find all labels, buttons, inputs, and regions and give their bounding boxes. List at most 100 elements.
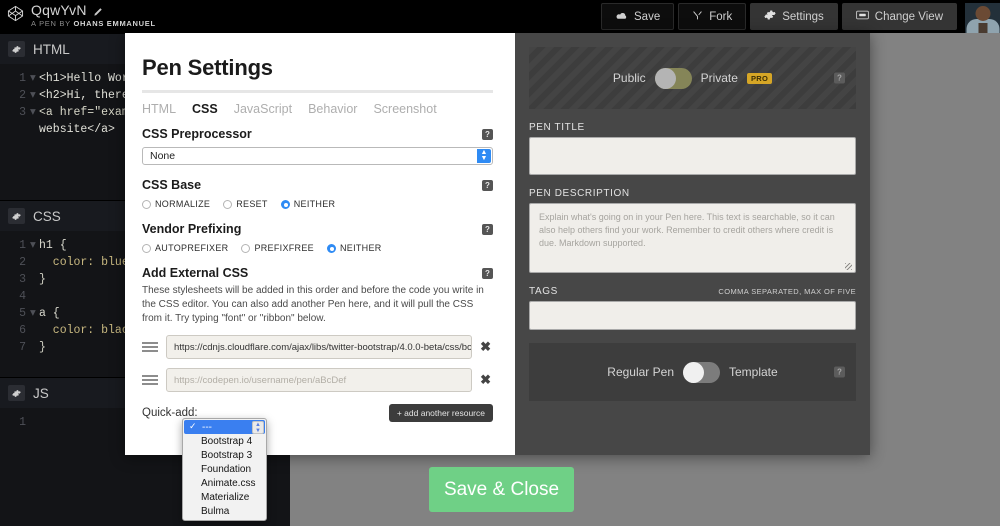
fold-arrow-icon (30, 254, 39, 271)
radio-vendor-neither[interactable]: NEITHER (326, 243, 382, 253)
add-external-css-header: Add External CSS ? (142, 266, 493, 280)
tab-screenshot[interactable]: Screenshot (373, 102, 436, 116)
radio-neither[interactable]: NEITHER (280, 199, 336, 209)
css-base-label: CSS Base (142, 178, 202, 192)
pen-by-prefix: A PEN BY (31, 19, 74, 28)
dropdown-option-materialize[interactable]: Materialize (183, 490, 266, 504)
resize-handle-icon[interactable] (845, 263, 852, 270)
fold-arrow-icon[interactable]: ▾ (30, 237, 39, 254)
fold-arrow-icon[interactable]: ▾ (30, 87, 39, 104)
radio-neither-label: NEITHER (293, 199, 336, 209)
drag-handle-icon[interactable] (142, 375, 158, 385)
fork-icon (692, 10, 703, 24)
template-toggle-switch[interactable] (683, 361, 720, 383)
css-preprocessor-select[interactable]: None ▲ ▼ (142, 147, 493, 165)
fold-arrow-icon (30, 271, 39, 288)
css-preprocessor-group: CSS Preprocessor ? None ▲ ▼ (142, 127, 493, 165)
question-icon[interactable]: ? (482, 128, 493, 140)
settings-tabs: HTML CSS JavaScript Behavior Screenshot (142, 93, 493, 127)
save-and-close-button[interactable]: Save & Close (429, 467, 574, 512)
dropdown-option-bootstrap-3[interactable]: Bootstrap 3 (183, 448, 266, 462)
pen-settings-left-panel: Pen Settings HTML CSS JavaScript Behavio… (125, 33, 515, 521)
privacy-toggle-group[interactable]: Public Private PRO (613, 67, 773, 89)
quick-add-dropdown[interactable]: ✓ --- Bootstrap 4 Bootstrap 3 Foundation… (182, 418, 267, 521)
pen-title-label: PEN TITLE (529, 122, 585, 133)
add-another-resource-button[interactable]: + add another resource (388, 404, 493, 422)
save-button[interactable]: Save (601, 3, 675, 30)
external-css-url-input-1[interactable]: https://cdnjs.cloudflare.com/ajax/libs/t… (166, 335, 473, 359)
dropdown-option-bulma[interactable]: Bulma (183, 504, 266, 518)
question-icon[interactable]: ? (482, 179, 493, 191)
radio-dot (223, 199, 233, 209)
fold-arrow-icon[interactable]: ▾ (30, 70, 39, 87)
pen-title-input[interactable] (529, 137, 856, 175)
dropdown-option-bootstrap-4[interactable]: Bootstrap 4 (183, 434, 266, 448)
radio-prefixfree[interactable]: PREFIXFREE (241, 243, 314, 253)
change-view-button-label: Change View (874, 10, 943, 23)
radio-reset[interactable]: RESET (223, 199, 268, 209)
line-number: 7 (19, 341, 26, 354)
tab-css[interactable]: CSS (192, 102, 218, 116)
radio-dot-selected (280, 199, 290, 209)
tab-javascript[interactable]: JavaScript (234, 102, 292, 116)
settings-button[interactable]: Settings (750, 3, 838, 30)
drag-handle-icon[interactable] (142, 342, 158, 352)
privacy-toggle-switch[interactable] (654, 67, 692, 89)
css-base-radios: NORMALIZE RESET NEITHER (142, 199, 493, 209)
close-icon[interactable]: ✖ (480, 339, 493, 355)
vendor-prefixing-header: Vendor Prefixing ? (142, 222, 493, 236)
code-text: } (39, 341, 46, 354)
css-preprocessor-label: CSS Preprocessor (142, 127, 252, 141)
save-button-label: Save (634, 10, 661, 23)
dropdown-option-label: --- (202, 421, 212, 433)
fold-arrow-icon (30, 288, 39, 305)
radio-autoprefixer[interactable]: AUTOPREFIXER (142, 243, 228, 253)
radio-reset-label: RESET (236, 199, 268, 209)
gear-icon[interactable] (8, 385, 25, 401)
brand-block: QqwYvN A PEN BY Ohans Emmanuel (0, 0, 156, 28)
fold-arrow-icon[interactable]: ▾ (30, 104, 39, 121)
avatar[interactable] (965, 3, 1000, 36)
pen-description-label: PEN DESCRIPTION (529, 188, 630, 199)
pen-description-textarea[interactable]: Explain what's going on in your Pen here… (529, 203, 856, 273)
fold-arrow-icon (30, 414, 39, 431)
radio-prefixfree-label: PREFIXFREE (254, 243, 314, 253)
vendor-prefixing-group: Vendor Prefixing ? AUTOPREFIXER PREFIXFR… (142, 222, 493, 253)
tab-html[interactable]: HTML (142, 102, 176, 116)
external-css-url-input-2[interactable]: https://codepen.io/username/pen/aBcDef (166, 368, 473, 392)
dropdown-option-foundation[interactable]: Foundation (183, 462, 266, 476)
code-text: a { (39, 307, 60, 320)
line-number: 1 (19, 72, 26, 85)
template-label: Template (729, 365, 778, 379)
fork-button-label: Fork (709, 10, 733, 23)
pencil-icon[interactable] (93, 5, 104, 16)
html-editor-title: HTML (33, 41, 70, 57)
question-icon[interactable]: ? (482, 223, 493, 235)
pen-settings-modal: Pen Settings HTML CSS JavaScript Behavio… (125, 33, 870, 521)
tags-label: TAGS (529, 286, 558, 297)
fold-arrow-icon (30, 322, 39, 339)
css-preprocessor-header: CSS Preprocessor ? (142, 127, 493, 141)
dropdown-option-animate-css[interactable]: Animate.css (183, 476, 266, 490)
radio-normalize[interactable]: NORMALIZE (142, 199, 210, 209)
vendor-prefixing-radios: AUTOPREFIXER PREFIXFREE NEITHER (142, 243, 493, 253)
fork-button[interactable]: Fork (678, 3, 747, 30)
settings-button-label: Settings (782, 10, 824, 23)
template-toggle-group[interactable]: Regular Pen Template (607, 361, 778, 383)
close-icon[interactable]: ✖ (480, 372, 493, 388)
question-icon[interactable]: ? (834, 366, 845, 378)
css-editor-title: CSS (33, 208, 61, 224)
tab-behavior[interactable]: Behavior (308, 102, 357, 116)
tags-input[interactable] (529, 301, 856, 330)
gear-icon[interactable] (8, 41, 25, 57)
fold-arrow-icon[interactable]: ▾ (30, 305, 39, 322)
line-number: 1 (19, 416, 26, 429)
change-view-button[interactable]: Change View (841, 3, 957, 30)
fold-arrow-icon (30, 339, 39, 356)
page-title: Pen Settings (142, 55, 273, 80)
question-icon[interactable]: ? (482, 267, 493, 279)
gear-icon[interactable] (8, 208, 25, 224)
tags-hint: COMMA SEPARATED, MAX OF FIVE (718, 287, 856, 296)
cloud-icon (615, 11, 628, 23)
question-icon[interactable]: ? (834, 72, 845, 84)
